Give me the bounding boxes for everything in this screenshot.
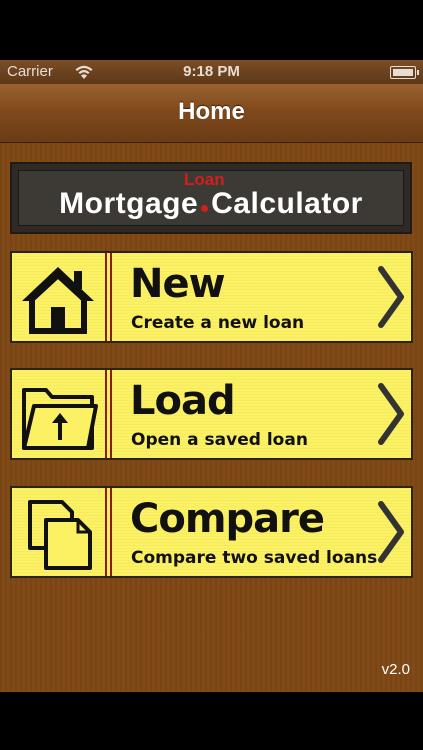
button-divider [105,488,112,576]
button-subtitle: Open a saved loan [131,430,308,450]
version-label: v2.0 [381,661,410,678]
main-content: Mortgage Calculator Loan New Create a new… [0,143,423,692]
device-frame: Carrier 9:18 PM Home Mortgage Calculator … [0,0,423,750]
app-logo: Mortgage Calculator Loan [10,162,412,234]
status-bar: Carrier 9:18 PM [0,60,423,84]
status-time: 9:18 PM [183,63,240,80]
logo-text: Mortgage Calculator [19,187,403,221]
logo-word-calculator: Calculator [211,187,363,220]
logo-word-mortgage: Mortgage [59,187,199,220]
chevron-right-icon [378,266,404,328]
button-title: Compare [130,496,325,542]
app-screen: Carrier 9:18 PM Home Mortgage Calculator … [0,60,423,692]
logo-dot [201,205,209,212]
button-divider [105,253,112,341]
chevron-right-icon [378,501,404,563]
copy-documents-icon [28,500,92,570]
house-icon [22,267,94,334]
button-title: New [130,261,226,307]
logo-superscript-loan: Loan [184,170,225,189]
button-subtitle: Compare two saved loans [131,548,378,568]
button-title: Load [130,378,236,424]
button-divider [105,370,112,458]
compare-loans-button[interactable]: Compare Compare two saved loans [10,486,413,578]
page-title: Home [178,98,245,125]
new-loan-button[interactable]: New Create a new loan [10,251,413,343]
button-subtitle: Create a new loan [131,313,305,333]
battery-icon [390,66,419,79]
folder-upload-icon [22,388,98,450]
load-loan-button[interactable]: Load Open a saved loan [10,368,413,460]
chevron-right-icon [378,383,404,445]
navigation-bar: Home [0,84,423,143]
